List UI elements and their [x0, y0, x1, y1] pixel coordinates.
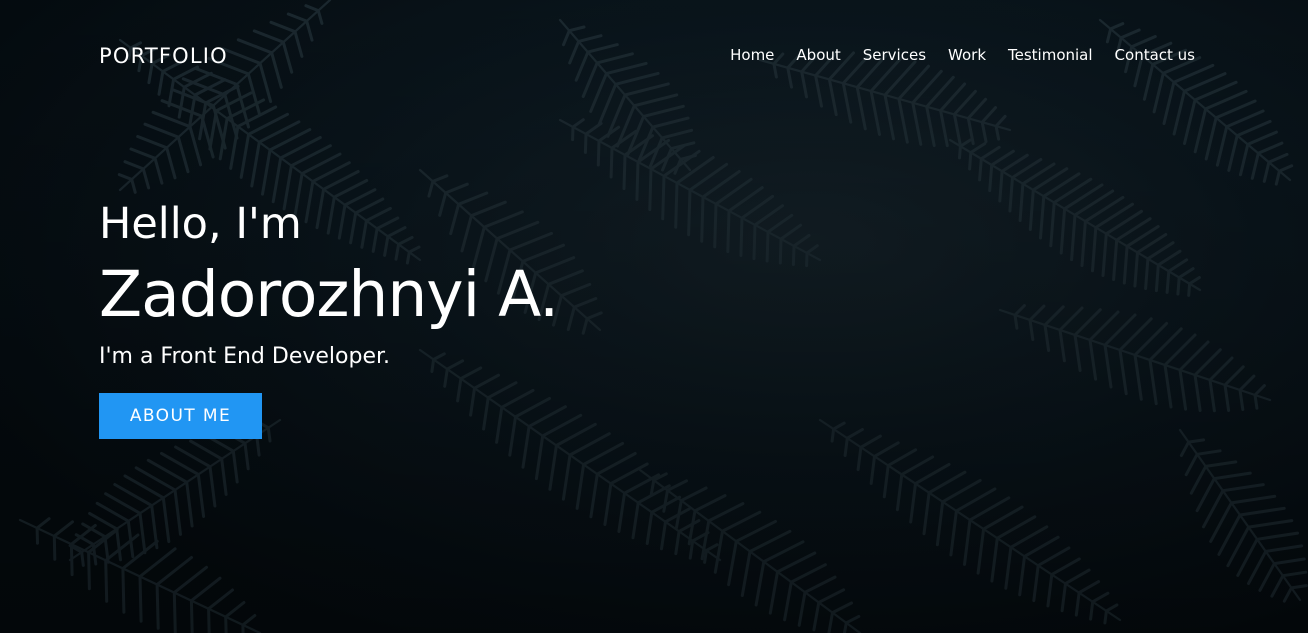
brand-logo-link[interactable]: PORTFOLIO	[99, 42, 228, 70]
nav-link-testimonial[interactable]: Testimonial	[1008, 45, 1093, 65]
nav-item-work: Work	[926, 45, 986, 65]
nav-link-services[interactable]: Services	[863, 45, 926, 65]
hero-section: PORTFOLIO Home About Services Work Testi…	[0, 0, 1308, 633]
about-me-button[interactable]: ABOUT ME	[99, 393, 262, 439]
role-text: I'm a Front End Developer.	[99, 344, 390, 369]
developer-name: Zadorozhnyi A.	[99, 258, 559, 331]
nav-item-testimonial: Testimonial	[986, 45, 1093, 65]
nav-link-about[interactable]: About	[796, 45, 840, 65]
greeting-text: Hello, I'm	[99, 199, 302, 249]
nav-menu: Home About Services Work Testimonial Con…	[730, 45, 1195, 65]
intro-block: Hello, I'm Zadorozhnyi A. I'm a Front En…	[99, 196, 799, 439]
nav-link-work[interactable]: Work	[948, 45, 986, 65]
navbar: PORTFOLIO Home About Services Work Testi…	[0, 0, 1308, 110]
nav-item-about: About	[774, 45, 840, 65]
nav-item-contact: Contact us	[1093, 45, 1195, 65]
nav-item-home: Home	[730, 45, 774, 65]
nav-link-home[interactable]: Home	[730, 45, 774, 65]
nav-item-services: Services	[841, 45, 926, 65]
nav-link-contact-us[interactable]: Contact us	[1115, 45, 1195, 65]
